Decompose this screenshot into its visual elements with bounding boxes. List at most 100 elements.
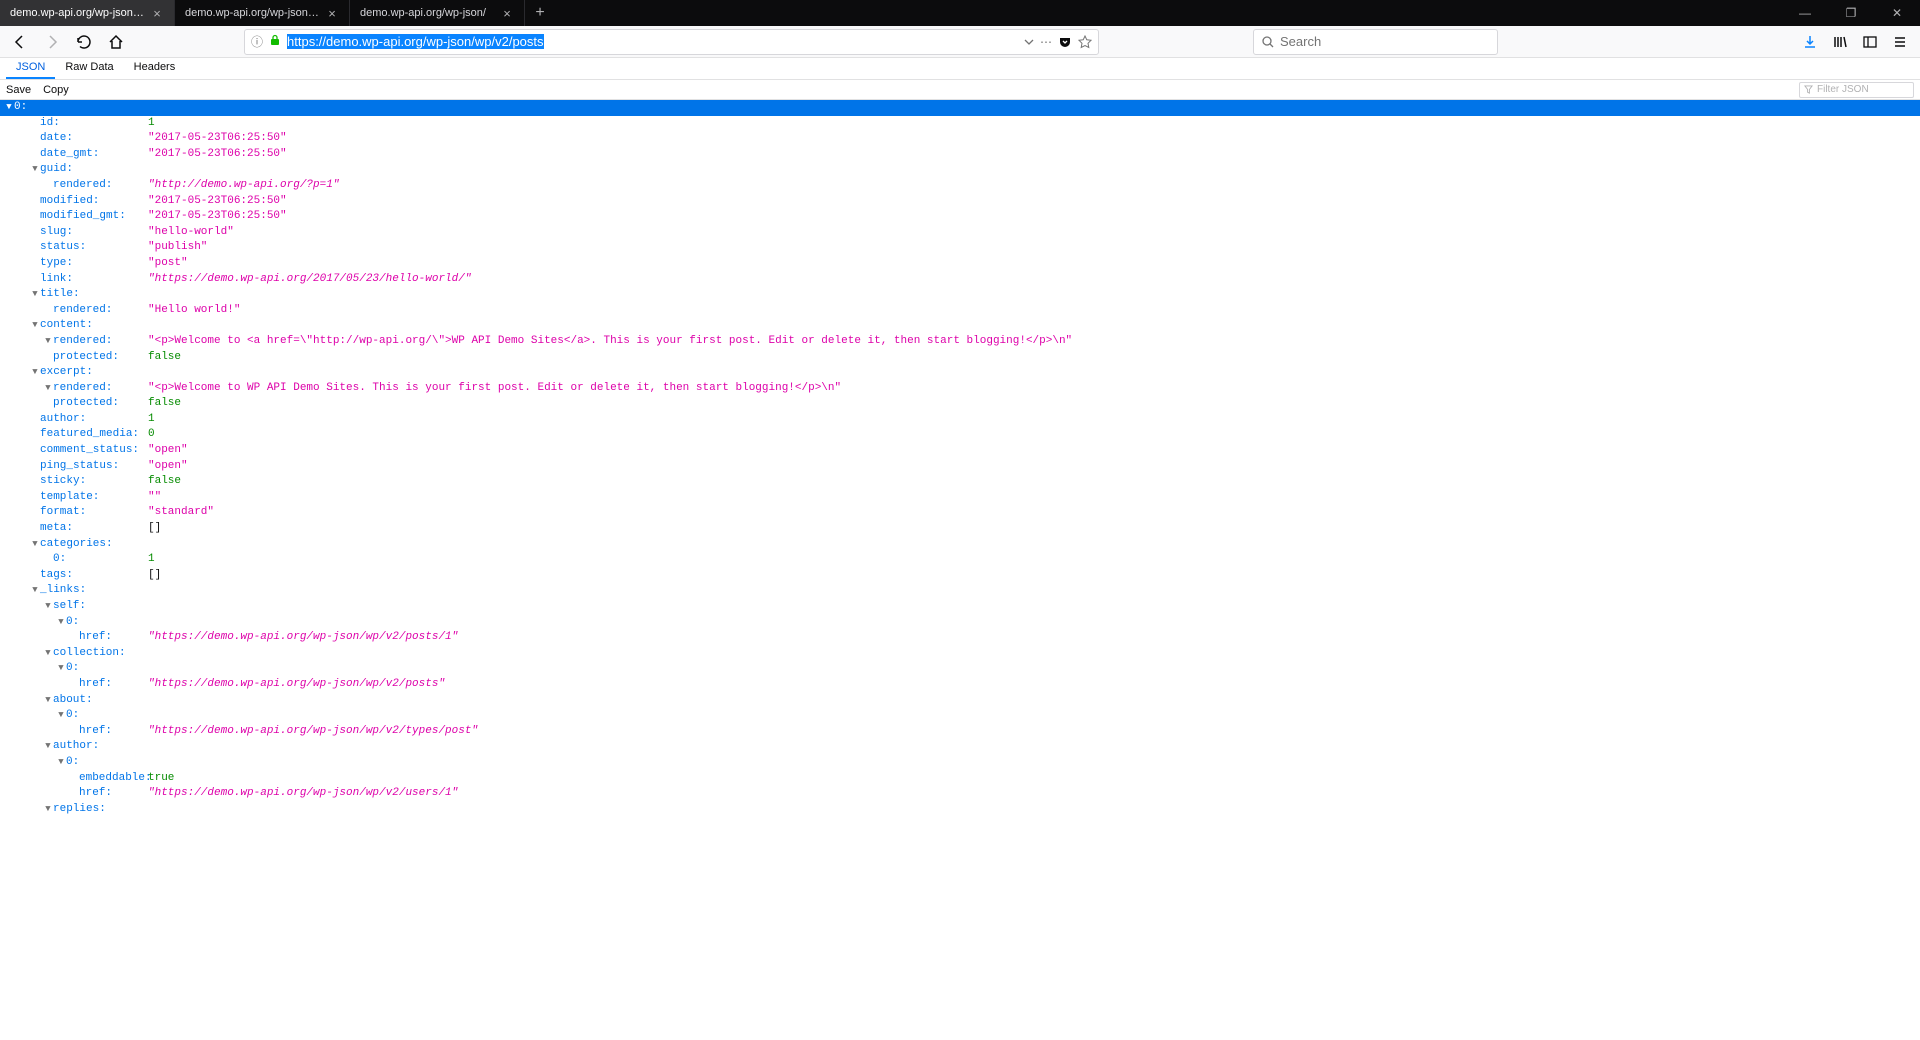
browser-tab[interactable]: demo.wp-api.org/wp-json/ × [350, 0, 525, 26]
browser-tab[interactable]: demo.wp-api.org/wp-json/wp/v2/ × [175, 0, 350, 26]
copy-button[interactable]: Copy [43, 84, 69, 96]
twisty-icon[interactable]: ▼ [43, 334, 53, 350]
json-value: "2017-05-23T06:25:50" [148, 209, 287, 225]
dropdown-icon[interactable] [1024, 37, 1034, 47]
tab-raw-data[interactable]: Raw Data [55, 58, 123, 79]
json-row[interactable]: ▼guid: [0, 162, 1920, 178]
json-row[interactable]: ▼0: [0, 755, 1920, 771]
bookmark-icon[interactable] [1078, 35, 1092, 49]
json-row[interactable]: ▼0: [0, 100, 1920, 116]
json-row[interactable]: ▼rendered:"<p>Welcome to <a href=\"http:… [0, 334, 1920, 350]
minimize-icon[interactable]: — [1782, 0, 1828, 26]
twisty-icon[interactable]: ▼ [56, 755, 66, 771]
twisty-icon[interactable]: ▼ [43, 739, 53, 755]
json-row[interactable]: protected:false [0, 396, 1920, 412]
json-row[interactable]: ▼categories: [0, 537, 1920, 553]
twisty-icon[interactable]: ▼ [30, 365, 40, 381]
json-key: date_gmt: [40, 147, 99, 163]
json-row[interactable]: format:"standard" [0, 505, 1920, 521]
close-icon[interactable]: × [150, 6, 164, 20]
json-row[interactable]: ▼0: [0, 661, 1920, 677]
json-row[interactable]: date:"2017-05-23T06:25:50" [0, 131, 1920, 147]
json-row[interactable]: ▼rendered:"<p>Welcome to WP API Demo Sit… [0, 381, 1920, 397]
json-row[interactable]: ▼content: [0, 318, 1920, 334]
json-row[interactable]: meta:[] [0, 521, 1920, 537]
close-window-icon[interactable]: ✕ [1874, 0, 1920, 26]
page-actions-icon[interactable]: ⋯ [1040, 35, 1052, 49]
downloads-icon[interactable] [1796, 28, 1824, 56]
json-row[interactable]: ▼0: [0, 708, 1920, 724]
reload-button[interactable] [70, 28, 98, 56]
tab-json[interactable]: JSON [6, 58, 55, 79]
info-icon[interactable]: ⓘ [251, 33, 263, 50]
json-row[interactable]: status:"publish" [0, 240, 1920, 256]
new-tab-button[interactable]: + [525, 0, 555, 26]
back-button[interactable] [6, 28, 34, 56]
json-row[interactable]: ▼self: [0, 599, 1920, 615]
twisty-icon[interactable]: ▼ [43, 381, 53, 397]
close-icon[interactable]: × [325, 6, 339, 20]
json-row[interactable]: embeddable:true [0, 771, 1920, 787]
json-row[interactable]: sticky:false [0, 474, 1920, 490]
json-row[interactable]: modified_gmt:"2017-05-23T06:25:50" [0, 209, 1920, 225]
json-tree[interactable]: ▼0:id:1date:"2017-05-23T06:25:50"date_gm… [0, 100, 1920, 1040]
tab-headers[interactable]: Headers [124, 58, 186, 79]
json-row[interactable]: date_gmt:"2017-05-23T06:25:50" [0, 147, 1920, 163]
twisty-icon[interactable]: ▼ [30, 583, 40, 599]
browser-tab[interactable]: demo.wp-api.org/wp-json/wp/v2/ × [0, 0, 175, 26]
save-button[interactable]: Save [6, 84, 31, 96]
twisty-icon[interactable]: ▼ [43, 802, 53, 818]
filter-json-input[interactable]: Filter JSON [1799, 82, 1914, 98]
json-row[interactable]: href:"https://demo.wp-api.org/wp-json/wp… [0, 786, 1920, 802]
json-row[interactable]: ▼about: [0, 693, 1920, 709]
twisty-icon[interactable]: ▼ [56, 615, 66, 631]
sidebar-icon[interactable] [1856, 28, 1884, 56]
json-row[interactable]: author:1 [0, 412, 1920, 428]
json-row[interactable]: ▼author: [0, 739, 1920, 755]
json-row[interactable]: ▼replies: [0, 802, 1920, 818]
close-icon[interactable]: × [500, 6, 514, 20]
json-row[interactable]: template:"" [0, 490, 1920, 506]
twisty-icon[interactable]: ▼ [43, 646, 53, 662]
json-row[interactable]: href:"https://demo.wp-api.org/wp-json/wp… [0, 724, 1920, 740]
json-row[interactable]: comment_status:"open" [0, 443, 1920, 459]
json-row[interactable]: tags:[] [0, 568, 1920, 584]
json-row[interactable]: 0:1 [0, 552, 1920, 568]
json-row[interactable]: href:"https://demo.wp-api.org/wp-json/wp… [0, 630, 1920, 646]
twisty-icon[interactable]: ▼ [30, 162, 40, 178]
maximize-icon[interactable]: ❐ [1828, 0, 1874, 26]
url-bar[interactable]: ⓘ https://demo.wp-api.org/wp-json/wp/v2/… [244, 29, 1099, 55]
json-row[interactable]: ▼title: [0, 287, 1920, 303]
twisty-icon[interactable]: ▼ [43, 599, 53, 615]
forward-button[interactable] [38, 28, 66, 56]
json-row[interactable]: ping_status:"open" [0, 459, 1920, 475]
json-row[interactable]: ▼excerpt: [0, 365, 1920, 381]
json-row[interactable]: href:"https://demo.wp-api.org/wp-json/wp… [0, 677, 1920, 693]
menu-icon[interactable] [1886, 28, 1914, 56]
twisty-icon[interactable]: ▼ [30, 318, 40, 334]
pocket-icon[interactable] [1058, 35, 1072, 49]
json-row[interactable]: ▼collection: [0, 646, 1920, 662]
url-text[interactable]: https://demo.wp-api.org/wp-json/wp/v2/po… [287, 34, 1018, 49]
json-key: href: [79, 630, 112, 646]
json-row[interactable]: featured_media:0 [0, 427, 1920, 443]
twisty-icon[interactable]: ▼ [43, 693, 53, 709]
json-row[interactable]: link:"https://demo.wp-api.org/2017/05/23… [0, 272, 1920, 288]
home-button[interactable] [102, 28, 130, 56]
json-row[interactable]: slug:"hello-world" [0, 225, 1920, 241]
search-bar[interactable]: Search [1253, 29, 1498, 55]
json-row[interactable]: rendered:"Hello world!" [0, 303, 1920, 319]
json-row[interactable]: rendered:"http://demo.wp-api.org/?p=1" [0, 178, 1920, 194]
twisty-icon[interactable]: ▼ [4, 100, 14, 116]
twisty-icon[interactable]: ▼ [30, 537, 40, 553]
json-row[interactable]: id:1 [0, 116, 1920, 132]
json-row[interactable]: protected:false [0, 350, 1920, 366]
json-row[interactable]: modified:"2017-05-23T06:25:50" [0, 194, 1920, 210]
json-row[interactable]: type:"post" [0, 256, 1920, 272]
twisty-icon[interactable]: ▼ [56, 661, 66, 677]
json-row[interactable]: ▼0: [0, 615, 1920, 631]
library-icon[interactable] [1826, 28, 1854, 56]
json-row[interactable]: ▼_links: [0, 583, 1920, 599]
twisty-icon[interactable]: ▼ [56, 708, 66, 724]
twisty-icon[interactable]: ▼ [30, 287, 40, 303]
